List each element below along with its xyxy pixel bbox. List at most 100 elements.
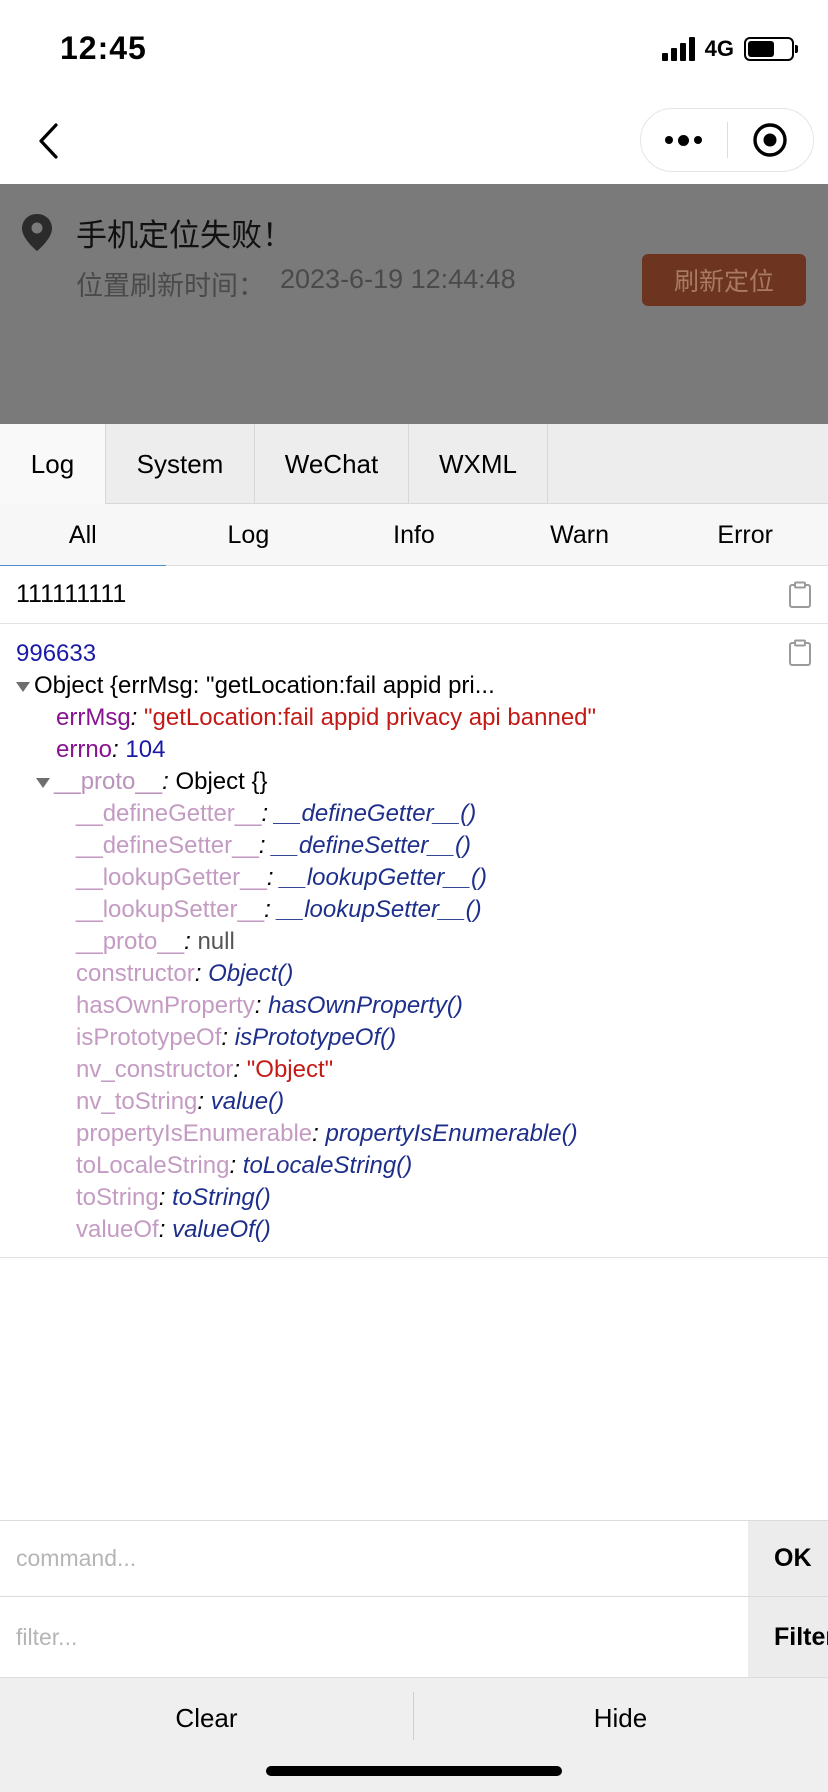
more-button[interactable] — [641, 109, 727, 171]
back-button[interactable] — [28, 118, 68, 164]
subtab-error[interactable]: Error — [662, 504, 828, 566]
property-value: hasOwnProperty() — [268, 992, 463, 1019]
console-tabs: Log System WeChat WXML — [0, 424, 828, 504]
copy-icon[interactable] — [788, 639, 812, 667]
proto-property-row: constructor: Object() — [76, 960, 294, 987]
object-summary-row[interactable]: Object {errMsg: "getLocation:fail appid … — [16, 670, 828, 702]
refresh-time-label: 位置刷新时间： — [76, 271, 265, 301]
log-panel[interactable]: 111111111 996633 Object {errMsg: "getLoc… — [0, 566, 828, 1520]
property-key: isPrototypeOf — [76, 1024, 222, 1051]
property-key: nv_toString — [76, 1088, 198, 1115]
proto-property-row: propertyIsEnumerable: propertyIsEnumerab… — [76, 1120, 578, 1147]
proto-property-row: hasOwnProperty: hasOwnProperty() — [76, 992, 463, 1019]
subtab-info[interactable]: Info — [331, 504, 497, 566]
status-bar: 12:45 4G — [0, 0, 828, 100]
ok-button[interactable]: OK — [748, 1521, 828, 1596]
tab-system[interactable]: System — [106, 424, 255, 504]
mini-program-capsule — [640, 108, 814, 172]
property-key: __lookupSetter__ — [76, 896, 265, 923]
property-value: null — [197, 928, 235, 955]
battery-fill — [748, 41, 775, 57]
property-value: __lookupGetter__() — [280, 864, 487, 891]
nav-bar — [0, 100, 828, 184]
filter-button[interactable]: Filter — [748, 1597, 828, 1677]
hide-button[interactable]: Hide — [414, 1678, 827, 1758]
property-key: propertyIsEnumerable — [76, 1120, 313, 1147]
tab-wxml[interactable]: WXML — [409, 424, 548, 504]
log-number: 996633 — [16, 640, 97, 667]
property-key: __lookupGetter__ — [76, 864, 267, 891]
proto-property-row: __proto__: null — [76, 928, 235, 955]
proto-property-row: toString: toString() — [76, 1184, 271, 1211]
property-key: __defineSetter__ — [76, 832, 259, 859]
battery-icon — [744, 37, 798, 61]
property-value: __defineSetter__() — [272, 832, 471, 859]
proto-list: __defineGetter__: __defineGetter__() __de… — [16, 798, 828, 1246]
status-time: 12:45 — [60, 30, 147, 66]
property-value: Object() — [208, 960, 294, 987]
property-key: toLocaleString — [76, 1152, 230, 1179]
subtab-all[interactable]: All — [0, 504, 166, 567]
proto-property-row: toLocaleString: toLocaleString() — [76, 1152, 413, 1179]
log-level-tabs: All Log Info Warn Error — [0, 504, 828, 567]
clear-button[interactable]: Clear — [0, 1678, 413, 1758]
property-value: "Object" — [246, 1056, 334, 1083]
property-value: Object {} — [175, 768, 268, 795]
expand-caret-icon[interactable] — [16, 681, 30, 692]
property-key: __proto__ — [54, 768, 163, 795]
proto-property-row: nv_toString: value() — [76, 1088, 285, 1115]
property-value: valueOf() — [172, 1216, 271, 1243]
status-indicators: 4G — [661, 36, 798, 62]
command-row: OK — [0, 1520, 828, 1596]
home-indicator — [266, 1766, 562, 1776]
property-value: toLocaleString() — [242, 1152, 413, 1179]
close-miniprogram-button[interactable] — [728, 109, 814, 171]
property-value: __lookupSetter__() — [277, 896, 482, 923]
property-row: errno: 104 — [56, 736, 166, 763]
refresh-location-button[interactable]: 刷新定位 — [642, 254, 806, 306]
property-value: 104 — [125, 736, 166, 763]
property-value: toString() — [172, 1184, 271, 1211]
property-value: __defineGetter__() — [274, 800, 477, 827]
proto-property-row: nv_constructor: "Object" — [76, 1056, 334, 1083]
tab-wechat[interactable]: WeChat — [255, 424, 409, 504]
expand-caret-icon[interactable] — [36, 777, 50, 788]
property-key: valueOf — [76, 1216, 159, 1243]
property-value: isPrototypeOf() — [234, 1024, 397, 1051]
filter-row: Filter — [0, 1596, 828, 1678]
property-value: value() — [210, 1088, 285, 1115]
subtab-warn[interactable]: Warn — [497, 504, 663, 566]
subtab-log[interactable]: Log — [166, 504, 332, 566]
target-icon — [753, 123, 787, 157]
property-value: propertyIsEnumerable() — [325, 1120, 578, 1147]
proto-property-row: __lookupSetter__: __lookupSetter__() — [76, 896, 482, 923]
refresh-time-value: 2023-6-19 12:44:48 — [280, 264, 516, 294]
property-value: "getLocation:fail appid privacy api bann… — [144, 704, 597, 731]
filter-input[interactable] — [0, 1597, 748, 1677]
property-row: errMsg: "getLocation:fail appid privacy … — [56, 704, 597, 731]
more-icon — [665, 134, 703, 146]
signal-icon — [661, 37, 695, 61]
object-summary: Object {errMsg: "getLocation:fail appid … — [34, 672, 495, 699]
log-text: 111111111 — [16, 580, 127, 608]
command-input[interactable] — [0, 1521, 748, 1596]
property-key: errno — [56, 736, 113, 763]
location-pin-icon — [22, 214, 52, 251]
proto-property-row: __defineSetter__: __defineSetter__() — [76, 832, 471, 859]
log-entry: 996633 Object {errMsg: "getLocation:fail… — [0, 624, 828, 1258]
copy-icon[interactable] — [788, 581, 812, 609]
property-key: toString — [76, 1184, 159, 1211]
property-key: __proto__ — [76, 928, 185, 955]
proto-row[interactable]: __proto__: Object {} — [16, 766, 828, 798]
proto-property-row: __defineGetter__: __defineGetter__() — [76, 800, 477, 827]
location-status-title: 手机定位失败！ — [76, 218, 293, 253]
property-key: nv_constructor — [76, 1056, 234, 1083]
property-key: errMsg — [56, 704, 131, 731]
page-overlay-area: 手机定位失败！ 位置刷新时间： 2023-6-19 12:44:48 刷新定位 — [0, 184, 828, 424]
tab-log[interactable]: Log — [0, 424, 106, 504]
back-icon — [39, 123, 58, 159]
property-key: __defineGetter__ — [76, 800, 262, 827]
proto-property-row: isPrototypeOf: isPrototypeOf() — [76, 1024, 397, 1051]
network-label: 4G — [704, 36, 734, 61]
property-key: hasOwnProperty — [76, 992, 255, 1019]
